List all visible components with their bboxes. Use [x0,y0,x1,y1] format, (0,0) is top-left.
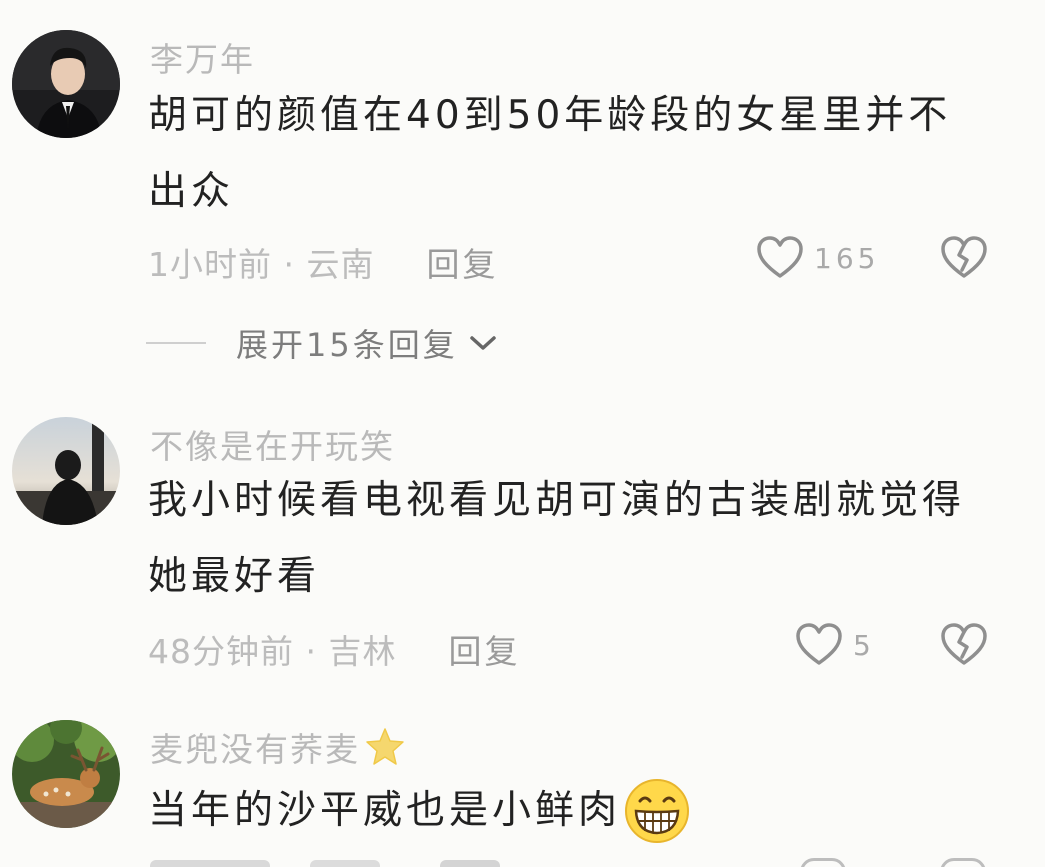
time-location: 48分钟前 · 吉林 [148,632,397,671]
expand-replies-label: 展开15条回复 [236,326,458,364]
comment-item: 不像是在开玩笑 我小时候看电视看见胡可演的古装剧就觉得她最好看 48分钟前 · … [0,400,1045,700]
avatar-man-suit-image [12,30,120,138]
reply-button[interactable]: 回复 [448,632,520,671]
grinning-face-emoji-icon [625,779,690,843]
like-button[interactable]: 5 [795,623,875,667]
like-count: 5 [853,628,875,662]
avatar[interactable] [12,720,120,828]
username-text: 麦兜没有荞麦 [150,730,360,769]
chevron-down-icon [469,336,496,350]
reply-button[interactable]: 回复 [426,245,498,284]
divider-line [146,342,206,344]
like-count: 165 [814,241,880,275]
username[interactable]: 麦兜没有荞麦 [150,723,406,771]
comment-text-content: 当年的沙平威也是小鲜肉 [148,788,622,833]
broken-heart-icon [941,236,987,278]
star-emoji-icon [366,728,404,765]
partial-heart-icon [800,858,846,867]
partial-meta-placeholder [150,860,270,867]
partial-meta-placeholder [310,860,380,867]
dislike-button[interactable] [940,623,988,667]
broken-heart-icon [941,623,987,665]
avatar-silhouette-image [12,417,120,525]
like-button[interactable]: 165 [756,236,879,280]
comment-text: 胡可的颜值在40到50年龄段的女星里并不出众 [148,93,952,214]
heart-icon [757,236,803,278]
username[interactable]: 李万年 [150,33,255,81]
avatar[interactable] [12,30,120,138]
next-row-partial [150,858,1010,867]
comment-item: 麦兜没有荞麦 当年的沙平威也是小鲜肉 [0,700,1045,867]
comment-meta: 48分钟前 · 吉林 回复 [148,625,520,673]
dislike-button[interactable] [940,236,988,280]
partial-meta-placeholder [440,860,500,867]
comment-text: 当年的沙平威也是小鲜肉 [148,773,978,849]
time-location: 1小时前 · 云南 [148,245,375,284]
expand-replies-button[interactable]: 展开15条回复 [146,320,498,366]
avatar-deer-image [12,720,120,828]
partial-broken-heart-icon [940,858,986,867]
heart-icon [796,623,842,665]
comment-item: 李万年 胡可的颜值在40到50年龄段的女星里并不出众 1小时前 · 云南 回复 1… [0,0,1045,380]
avatar[interactable] [12,417,120,525]
username[interactable]: 不像是在开玩笑 [150,420,395,468]
comment-meta: 1小时前 · 云南 回复 [148,238,498,286]
comment-text: 我小时候看电视看见胡可演的古装剧就觉得她最好看 [148,478,966,599]
